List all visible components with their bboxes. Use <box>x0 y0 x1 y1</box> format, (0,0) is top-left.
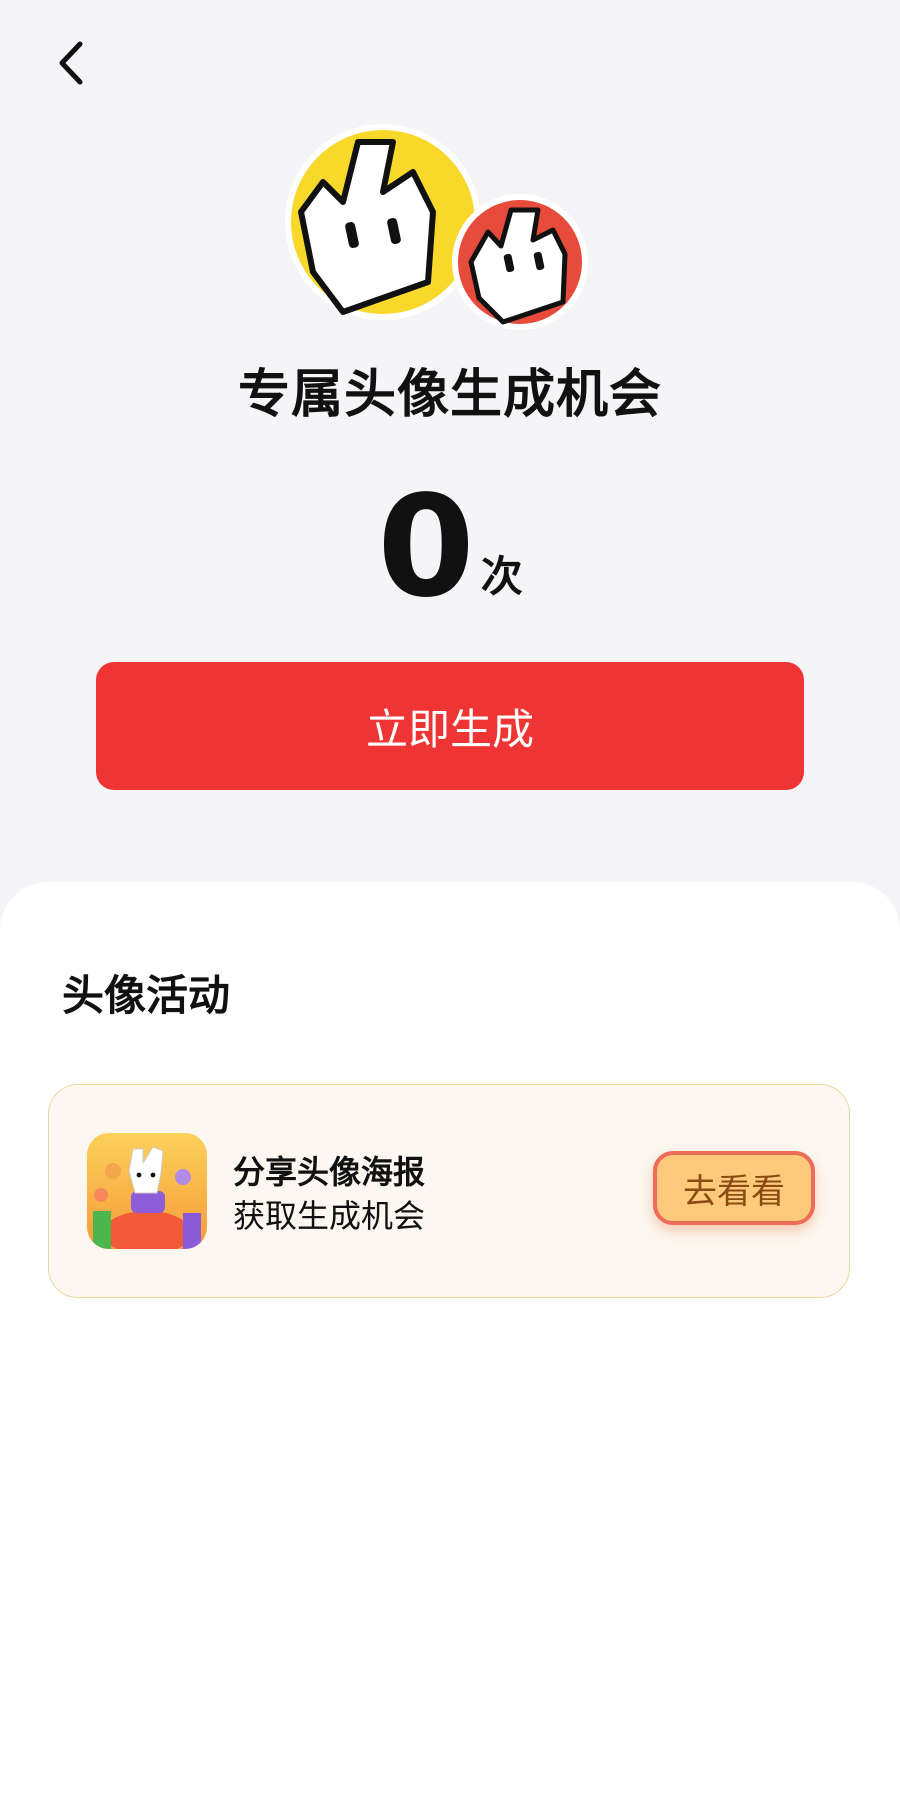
activity-title: 分享头像海报 <box>233 1153 426 1191</box>
chevron-left-icon <box>59 41 83 85</box>
go-see-button[interactable]: 去看看 <box>653 1151 815 1225</box>
page-title: 专属头像生成机会 <box>237 365 662 425</box>
count-unit: 次 <box>480 552 523 601</box>
generate-now-button[interactable]: 立即生成 <box>96 662 804 790</box>
activity-subtitle: 获取生成机会 <box>233 1197 426 1235</box>
activity-card[interactable]: 分享头像海报 获取生成机会 去看看 <box>48 1084 850 1298</box>
back-button[interactable] <box>52 38 92 88</box>
activity-thumbnail <box>87 1133 207 1249</box>
remaining-count: 0次 <box>0 478 900 618</box>
count-value: 0 <box>377 466 475 629</box>
hero-avatar-illustration <box>283 122 603 332</box>
section-title: 头像活动 <box>62 971 231 1020</box>
activities-panel: 头像活动 分享头像海报 获取生成机会 去看看 <box>0 882 900 1800</box>
